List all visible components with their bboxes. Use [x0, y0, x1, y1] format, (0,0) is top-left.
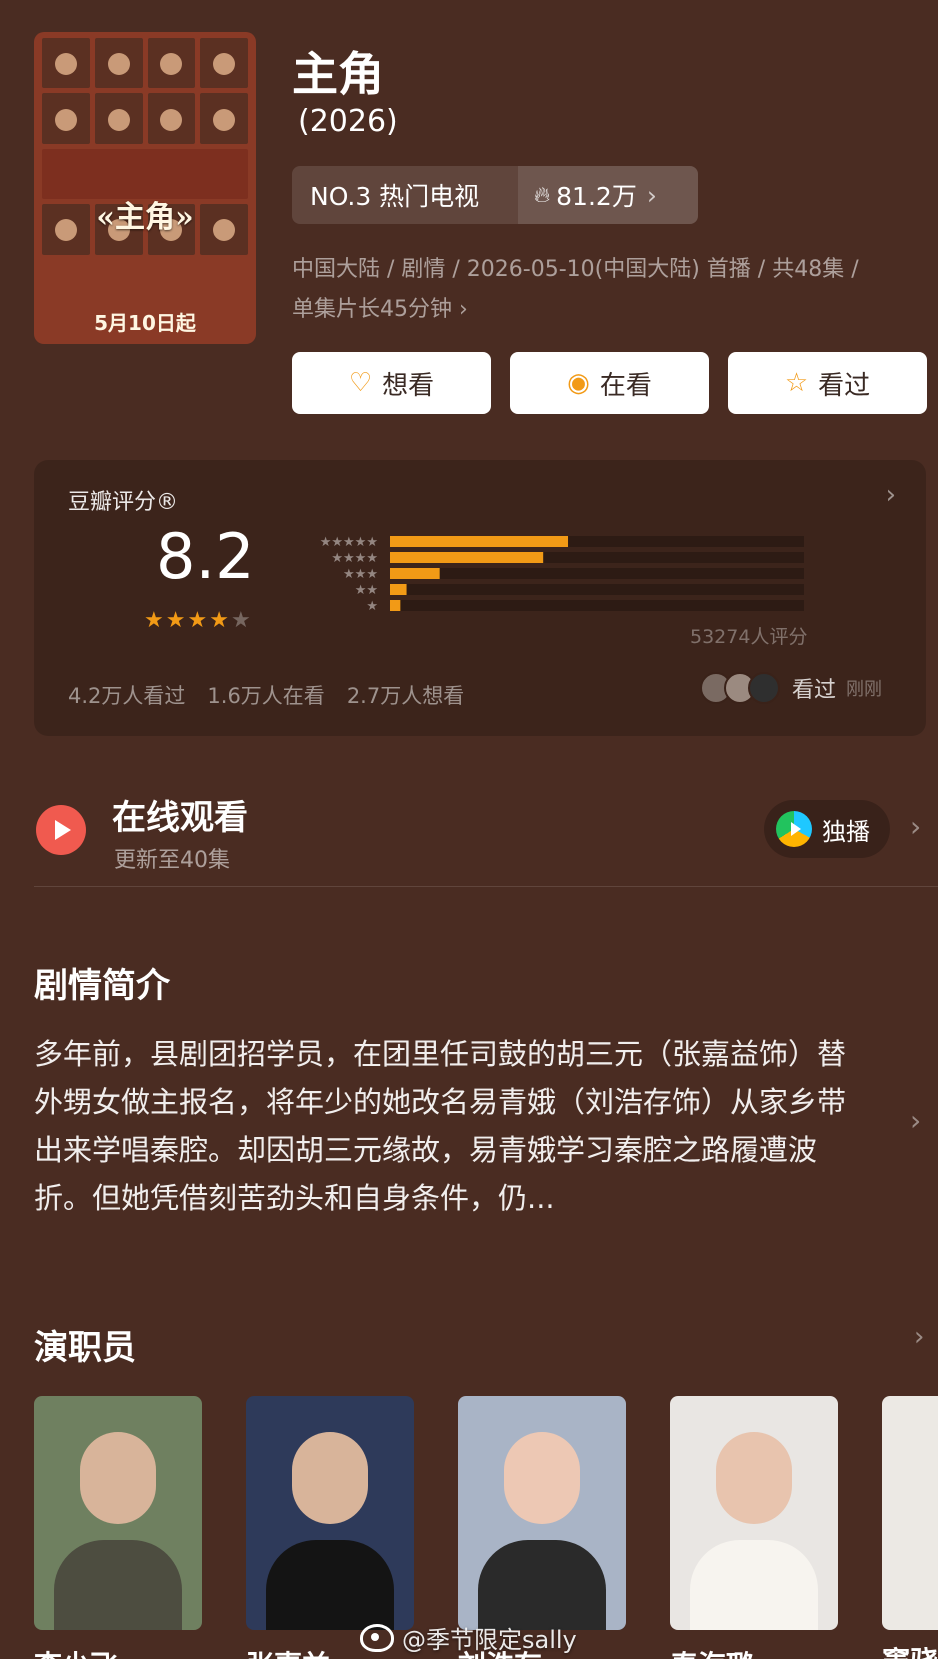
avatar: [748, 672, 780, 704]
poster-face: [200, 38, 248, 89]
heat-indicator[interactable]: 🔥︎ 81.2万 ›: [518, 166, 698, 224]
poster-face: [147, 93, 196, 144]
cast-photo: [34, 1396, 202, 1630]
douban-rating-card[interactable]: 豆瓣评分® › 8.2 ★★★★★ ★★★★★ ★★★★ ★★★ ★★ ★ 53274人…: [34, 460, 926, 736]
chevron-right-icon: ›: [885, 480, 896, 510]
rating-bar-track: [390, 584, 804, 595]
rating-bar-2-star: [390, 584, 407, 595]
rating-bar-track: [390, 568, 804, 579]
cast-photo: [246, 1396, 414, 1630]
rating-row-stars-1: ★: [366, 599, 378, 614]
chevron-right-icon[interactable]: ›: [910, 1104, 921, 1137]
weibo-watermark: @季节限定sally: [360, 1620, 577, 1655]
watermark-text: @季节限定sally: [402, 1626, 577, 1654]
play-icon[interactable]: [36, 805, 86, 855]
star-filled-icon: ★: [144, 608, 166, 633]
cast-photo: [458, 1396, 626, 1630]
rating-bar-5-star: [390, 536, 569, 547]
cast-name-partial: 窦骁: [882, 1640, 938, 1659]
want-count: 2.7万人想看: [346, 684, 465, 708]
watching-count: 1.6万人在看: [207, 684, 325, 708]
poster-date: 5月10日起: [94, 311, 196, 335]
target-icon: ◉: [567, 368, 590, 398]
exclusive-platform-badge[interactable]: 独播: [764, 800, 890, 858]
rank-pill[interactable]: NO.3 热门电视 🔥︎ 81.2万 ›: [292, 166, 698, 224]
cast-name: 秦海璐: [670, 1644, 838, 1659]
poster-image[interactable]: «主角» 5月10日起: [34, 32, 256, 344]
chevron-right-icon: ›: [646, 180, 657, 210]
watching-button[interactable]: ◉ 在看: [510, 352, 709, 414]
cast-card[interactable]: 秦海璐: [670, 1396, 838, 1659]
chevron-right-icon[interactable]: ›: [910, 810, 921, 843]
rating-row-stars-2: ★★: [355, 583, 378, 598]
poster-face: [200, 93, 248, 144]
rating-bar-3-star: [390, 568, 440, 579]
exclusive-label: 独播: [822, 817, 870, 846]
tencent-video-icon: [776, 811, 812, 847]
poster-face: [42, 93, 90, 144]
show-year: (2026): [298, 104, 398, 139]
action-row: ♡ 想看 ◉ 在看 ☆ 看过: [292, 352, 927, 414]
friends-time: 刚刚: [846, 679, 883, 700]
poster-title: «主角»: [96, 200, 194, 235]
synopsis-title: 剧情简介: [34, 966, 170, 1006]
weibo-icon: [360, 1623, 394, 1652]
watched-button[interactable]: ☆ 看过: [728, 352, 927, 414]
star-outline-icon: ☆: [784, 368, 809, 398]
rating-label: 豆瓣评分®: [68, 490, 179, 515]
friends-action: 看过: [792, 678, 837, 703]
heat-value: 81.2万: [556, 182, 637, 211]
rating-distribution-chart: ★★★★★★★★★★★★★★★: [320, 535, 804, 614]
cast-name: 李少飞: [34, 1644, 202, 1659]
cast-card[interactable]: 李少飞: [34, 1396, 202, 1659]
rating-row-stars-4: ★★★★: [331, 551, 378, 566]
synopsis-text[interactable]: 多年前，县剧团招学员，在团里任司鼓的胡三元（张嘉益饰）替外甥女做主报名，将年少的…: [34, 1030, 874, 1222]
chevron-right-icon[interactable]: ›: [914, 1322, 924, 1352]
poster-collage: [42, 38, 248, 310]
rating-bar-track: [390, 600, 804, 611]
cast-photo-partial[interactable]: [882, 1396, 938, 1630]
episode-status: 更新至40集: [114, 848, 230, 873]
want-to-watch-button[interactable]: ♡ 想看: [292, 352, 491, 414]
cast-photo: [670, 1396, 838, 1630]
divider: [34, 886, 938, 887]
friends-activity[interactable]: 看过 刚刚: [700, 672, 882, 704]
poster-face: [42, 38, 90, 89]
star-filled-icon: ★: [165, 608, 188, 633]
chevron-right-icon: ›: [459, 297, 468, 322]
flame-icon: 🔥︎: [534, 182, 551, 208]
rating-score: 8.2: [156, 520, 255, 593]
meta-line-2: 单集片长45分钟 ›: [292, 297, 468, 322]
rating-row-stars-3: ★★★: [343, 567, 378, 582]
poster-face: [147, 38, 196, 89]
rating-bar-4-star: [390, 552, 544, 563]
watched-count: 4.2万人看过: [68, 684, 186, 708]
star-empty-icon: ★: [230, 608, 253, 633]
poster-face: [94, 93, 143, 144]
rank-label: NO.3 热门电视: [292, 166, 518, 224]
poster-face: [94, 38, 143, 89]
cast-title: 演职员: [34, 1328, 136, 1368]
star-filled-icon: ★: [187, 608, 210, 633]
show-title: 主角: [292, 47, 384, 101]
meta-line: 中国大陆 / 剧情 / 2026-05-10(中国大陆) 首播 / 共48集 /: [292, 257, 859, 282]
show-meta[interactable]: 中国大陆 / 剧情 / 2026-05-10(中国大陆) 首播 / 共48集 /…: [292, 250, 922, 330]
rating-row-stars-5: ★★★★★: [320, 535, 378, 550]
watch-online-title[interactable]: 在线观看: [112, 790, 248, 839]
rating-stats: 4.2万人看过 1.6万人在看 2.7万人想看: [68, 680, 464, 710]
rating-stars: ★★★★★: [144, 608, 253, 633]
rating-count: 53274人评分: [690, 626, 808, 648]
star-filled-icon: ★: [209, 608, 231, 633]
heart-plus-icon: ♡: [348, 368, 373, 398]
rating-bar-1-star: [390, 600, 401, 611]
